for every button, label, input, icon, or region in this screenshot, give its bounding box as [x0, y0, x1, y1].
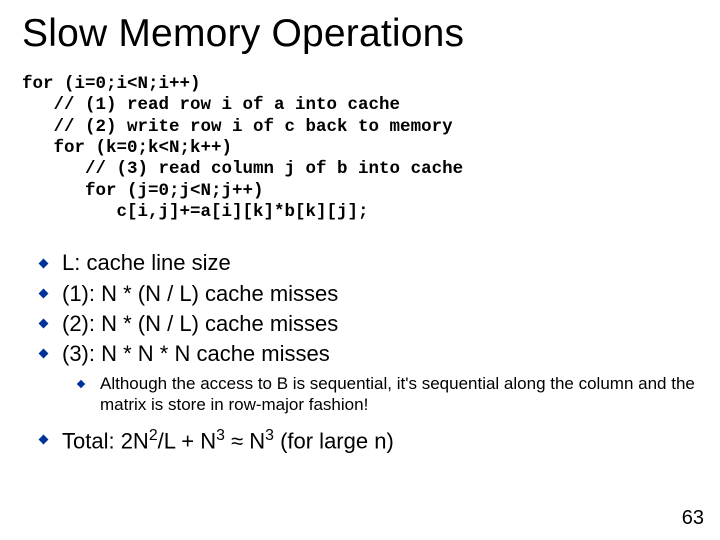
- total-text: Total: 2N: [62, 428, 149, 453]
- sub-bullet-list: Although the access to B is sequential, …: [22, 374, 698, 415]
- list-item-total: Total: 2N2/L + N3 ≈ N3 (for large n): [22, 426, 698, 455]
- bullet-list: L: cache line size (1): N * (N / L) cach…: [22, 249, 698, 368]
- list-item: (3): N * N * N cache misses: [22, 340, 698, 368]
- list-item: Although the access to B is sequential, …: [22, 374, 698, 415]
- code-block: for (i=0;i<N;i++) // (1) read row i of a…: [22, 74, 698, 223]
- total-text: (for large n): [274, 428, 394, 453]
- list-item: (2): N * (N / L) cache misses: [22, 310, 698, 338]
- page-number: 63: [682, 507, 704, 530]
- superscript: 3: [216, 427, 225, 444]
- superscript: 3: [265, 427, 274, 444]
- total-text: ≈ N: [225, 428, 265, 453]
- superscript: 2: [149, 427, 158, 444]
- bullet-list-total: Total: 2N2/L + N3 ≈ N3 (for large n): [22, 426, 698, 455]
- list-item: (1): N * (N / L) cache misses: [22, 280, 698, 308]
- slide-title: Slow Memory Operations: [22, 12, 698, 56]
- list-item: L: cache line size: [22, 249, 698, 277]
- total-text: /L + N: [158, 428, 217, 453]
